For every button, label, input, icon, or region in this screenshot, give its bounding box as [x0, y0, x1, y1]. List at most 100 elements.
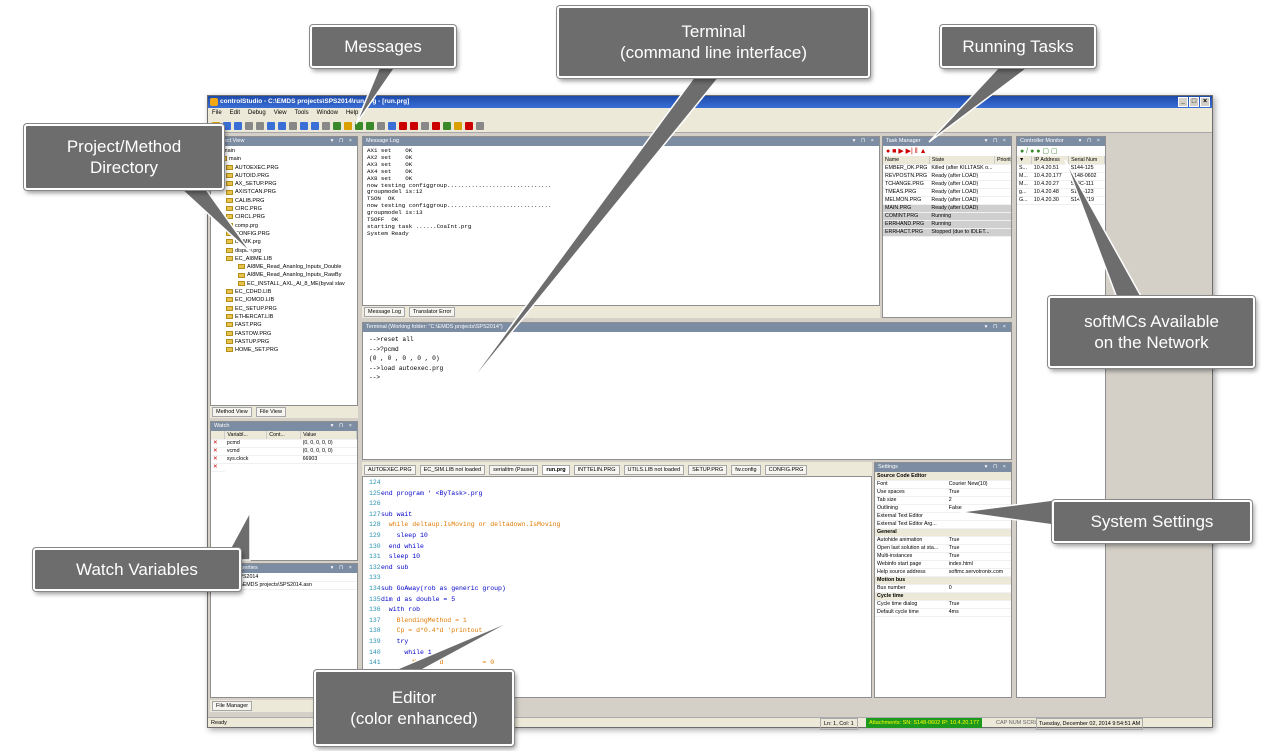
close-button[interactable]: × [1200, 97, 1210, 107]
setting-row[interactable]: Source Code Editor [875, 472, 1011, 481]
terminal-output[interactable]: -->reset all -->?pcmd (0 , 0 , 0 , 0 , 0) -… [363, 332, 1011, 386]
menu-tools[interactable]: Tools [295, 108, 309, 119]
setting-row[interactable]: Cycle time dialog True [875, 600, 1011, 609]
setting-row[interactable]: Multi-instances True [875, 552, 1011, 561]
tree-item[interactable]: HOME_SET.PRG [214, 346, 354, 354]
tree-item[interactable]: main [214, 147, 354, 155]
toolbar-button-icon[interactable] [454, 122, 462, 130]
controller-row[interactable]: g... 10.4.20.48 S14L-123 [1017, 188, 1105, 197]
toolbar-button-icon[interactable] [289, 122, 297, 130]
tree-item[interactable]: EC_INSTALL_AXL_AI_8_ME(byval slav [214, 280, 354, 288]
tree-item[interactable]: CIRCL.PRG [214, 213, 354, 221]
toolbar-button-icon[interactable] [388, 122, 396, 130]
editor-tab[interactable]: SETUP.PRG [688, 465, 728, 475]
tree-item[interactable]: AXISTCAN.PRG [214, 188, 354, 196]
minimize-button[interactable]: _ [1178, 97, 1188, 107]
column-header[interactable]: Value [300, 431, 357, 440]
column-header[interactable]: Cont... [266, 431, 302, 440]
toolbar-button-icon[interactable] [465, 122, 473, 130]
controller-row[interactable]: M... 10.4.20.27 S14C-111 [1017, 180, 1105, 189]
task-row[interactable]: ERRHAND.PRG Running [883, 220, 1011, 229]
tree-item[interactable]: AI8ME_Read_Ananlog_Inputs_Double [214, 263, 354, 271]
settings-group[interactable]: Motion bus [875, 576, 1011, 585]
tree-item[interactable]: EC_SETUP.PRG [214, 305, 354, 313]
task-row[interactable]: MAIN.PRG Ready (after LOAD) [883, 204, 1011, 213]
menu-help[interactable]: Help [346, 108, 358, 119]
editor-tab[interactable]: INTTELIN.PRG [573, 465, 620, 475]
tree-item[interactable]: CIRC.PRG [214, 205, 354, 213]
tree-item[interactable]: display.prg [214, 247, 354, 255]
column-header[interactable]: IP Address [1031, 156, 1070, 165]
toolbar-button-icon[interactable] [443, 122, 451, 130]
toolbar-button-icon[interactable] [256, 122, 264, 130]
setting-row[interactable]: Tab size 2 [875, 496, 1011, 505]
task-row[interactable]: ERRHACT.PRG Stopped (due to IDLET... [883, 228, 1011, 237]
toolbar-button-icon[interactable] [311, 122, 319, 130]
toolbar-button-icon[interactable] [300, 122, 308, 130]
tab-message-log[interactable]: Message Log [364, 307, 406, 317]
setting-row[interactable]: Font Courier New(10) [875, 480, 1011, 489]
toolbar-button-icon[interactable] [267, 122, 275, 130]
setting-row[interactable]: Cycle time [875, 592, 1011, 601]
editor-tab[interactable]: serialitm (Pause) [489, 465, 539, 475]
controller-row[interactable]: G... 10.4.20.30 S14D-119 [1017, 196, 1105, 205]
code-editor[interactable]: 124 125end program ' <ByTask>.prg 126 127su… [362, 476, 872, 698]
column-header[interactable]: Name [883, 156, 930, 165]
tree-item[interactable]: CALIB.PRG [214, 197, 354, 205]
settings-group[interactable]: Cycle time [875, 592, 1011, 601]
toolbar-button-icon[interactable] [245, 122, 253, 130]
setting-row[interactable]: Webinfo start page index.html [875, 560, 1011, 569]
editor-tab[interactable]: CONFIG.PRG [764, 465, 808, 475]
menu-file[interactable]: File [212, 108, 222, 119]
setting-row[interactable]: Use spaces True [875, 488, 1011, 497]
tab-file-view[interactable]: File View [255, 407, 286, 417]
toolbar-button-icon[interactable] [344, 122, 352, 130]
controller-row[interactable]: S... 10.4.20.51 S144-125 [1017, 164, 1105, 173]
column-header[interactable]: Serial Num [1068, 156, 1105, 165]
tab-method-view[interactable]: Method View [212, 407, 252, 417]
delete-icon[interactable]: ✕ [211, 455, 225, 464]
tree-item[interactable]: EC_IOMOD.LIB [214, 296, 354, 304]
tree-item[interactable]: FASTOW.PRG [214, 330, 354, 338]
tree-item[interactable]: AUTOID.PRG [214, 172, 354, 180]
watch-row[interactable]: ✕ sys.clock 66903 [211, 455, 357, 464]
toolbar-button-icon[interactable] [421, 122, 429, 130]
setting-row[interactable]: External Text Editor [875, 512, 1011, 521]
task-row[interactable]: REVPOSTN.PRG Ready (after LOAD) [883, 172, 1011, 181]
task-row[interactable]: EMBER_OK.PRG Killed (after KILLTASK o... [883, 164, 1011, 173]
tree-item[interactable]: AI8ME_Read_Ananlog_Inputs_RawBy [214, 271, 354, 279]
tree-item[interactable]: FASTUP.PRG [214, 338, 354, 346]
setting-row[interactable]: Open last solution at sta... True [875, 544, 1011, 553]
tree-item[interactable]: FAST.PRG [214, 321, 354, 329]
delete-icon[interactable]: ✕ [211, 463, 225, 472]
menu-debug[interactable]: Debug [248, 108, 266, 119]
file-manager-tab[interactable]: File Manager [212, 701, 253, 711]
maximize-button[interactable]: □ [1189, 97, 1199, 107]
editor-tab[interactable]: AUTOEXEC.PRG [364, 465, 416, 475]
watch-row[interactable]: ✕ vcmd (0, 0, 0, 0, 0) [211, 447, 357, 456]
delete-icon[interactable]: ✕ [211, 447, 225, 456]
tree-item[interactable]: DCMK.prg [214, 238, 354, 246]
setting-row[interactable]: Help source address softmc.servotronix.co… [875, 568, 1011, 577]
tab-translator-error[interactable]: Translator Error [409, 307, 456, 317]
editor-tab[interactable]: run.prg [542, 465, 570, 475]
tree-item[interactable]: comp.prg [214, 222, 354, 230]
pin-icon[interactable]: ▾ ⊓ × [331, 137, 354, 146]
toolbar-button-icon[interactable] [333, 122, 341, 130]
tree-item[interactable]: ETHERCAT.LIB [214, 313, 354, 321]
toolbar-button-icon[interactable] [377, 122, 385, 130]
toolbar-button-icon[interactable] [355, 122, 363, 130]
editor-tab[interactable]: fw.config [731, 465, 761, 475]
setting-row[interactable]: External Text Editor Arg... [875, 520, 1011, 529]
setting-row[interactable]: Outlining False [875, 504, 1011, 513]
editor-tab[interactable]: UTILS.LIB not loaded [623, 465, 685, 475]
menu-edit[interactable]: Edit [230, 108, 240, 119]
watch-row[interactable]: ✕ pcmd (0, 0, 0, 0, 0) [211, 439, 357, 448]
task-row[interactable]: COMINT.PRG Running [883, 212, 1011, 221]
tree-item[interactable]: main [214, 155, 354, 163]
tree-item[interactable]: AUTOEXEC.PRG [214, 164, 354, 172]
tree-item[interactable]: EC_CDHD.LIB [214, 288, 354, 296]
toolbar-button-icon[interactable] [366, 122, 374, 130]
tree-item[interactable]: CONFIG.PRG [214, 230, 354, 238]
task-row[interactable]: MELMON.PRG Ready (after LOAD) [883, 196, 1011, 205]
